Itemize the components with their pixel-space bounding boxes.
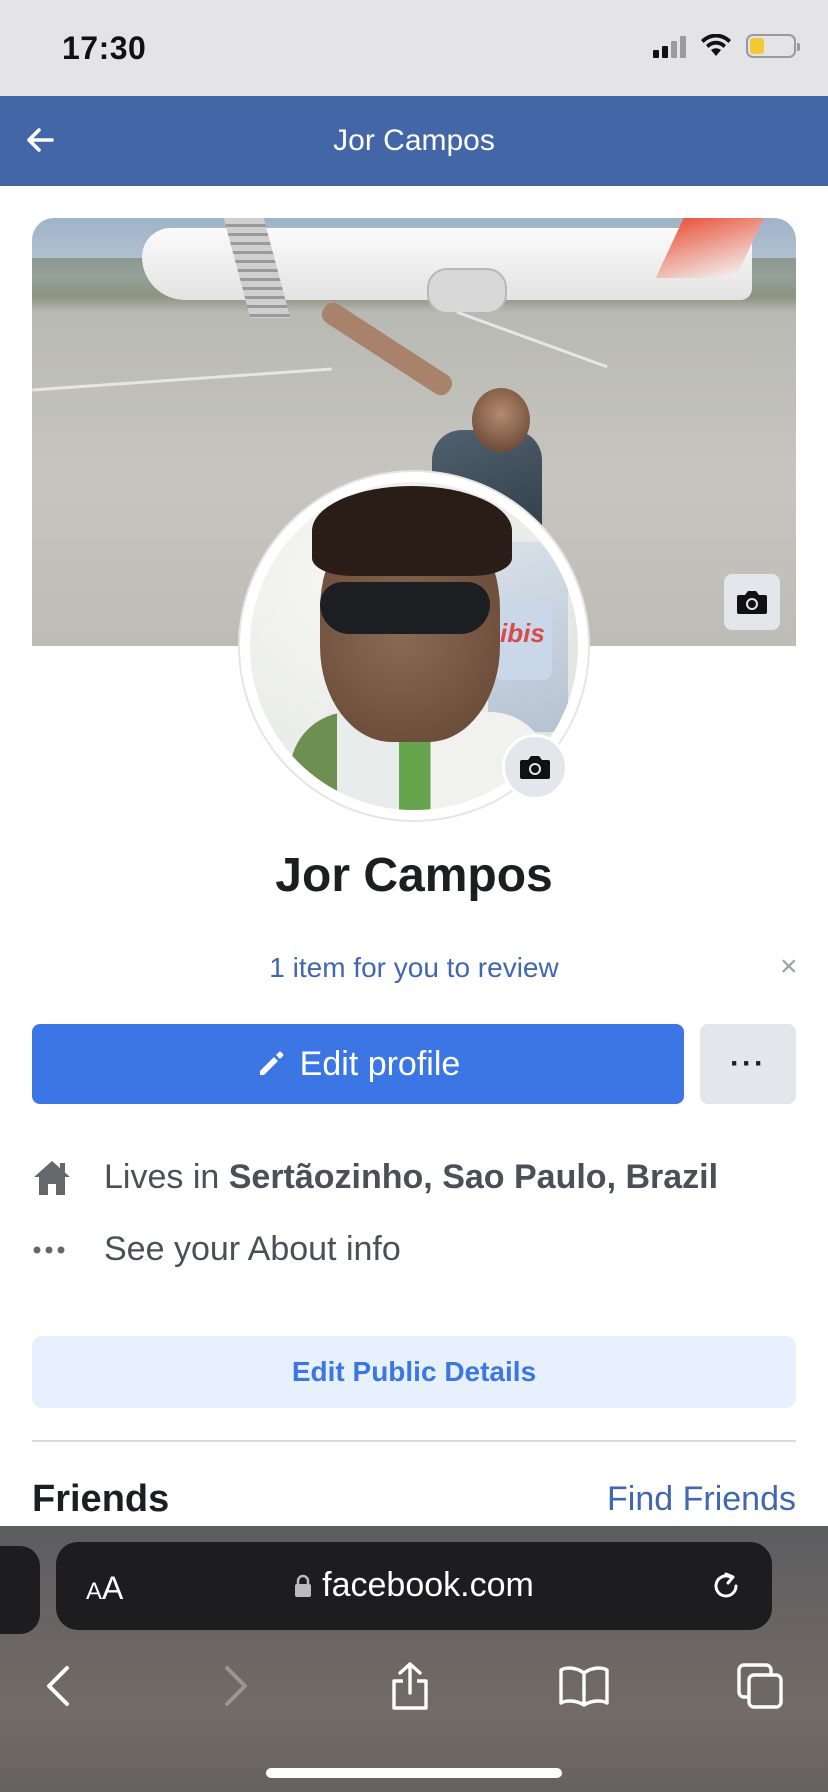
close-icon[interactable]: × — [780, 952, 798, 982]
status-time: 17:30 — [62, 30, 147, 66]
browser-toolbar: AA facebook.com — [0, 1526, 828, 1792]
section-divider — [32, 1440, 796, 1442]
edit-public-details-button[interactable]: Edit Public Details — [32, 1336, 796, 1408]
profile-picture-frame: ibis — [240, 472, 588, 820]
url-text: facebook.com — [322, 1566, 534, 1604]
home-indicator — [266, 1768, 562, 1778]
share-button[interactable] — [380, 1656, 440, 1716]
camera-icon — [737, 591, 767, 614]
review-items-link[interactable]: 1 item for you to review — [0, 952, 828, 984]
chevron-left-icon — [47, 1666, 69, 1706]
browser-nav-row — [0, 1656, 828, 1736]
camera-icon — [520, 756, 550, 779]
bookmarks-button[interactable] — [554, 1656, 614, 1716]
edit-profile-label: Edit profile — [299, 1044, 461, 1083]
edit-profile-button[interactable]: Edit profile — [32, 1024, 684, 1104]
book-icon — [559, 1666, 609, 1707]
cover-camera-button[interactable] — [724, 574, 780, 630]
tarmac-line — [456, 310, 608, 369]
address-bar[interactable]: AA facebook.com — [56, 1542, 772, 1630]
pencil-icon — [259, 1051, 284, 1075]
profile-name: Jor Campos — [275, 849, 553, 902]
wifi-icon — [701, 34, 731, 56]
url-display[interactable]: facebook.com — [56, 1566, 772, 1605]
cover-airplane-engine — [427, 268, 507, 314]
tarmac-line — [32, 367, 332, 392]
app-header: Jor Campos — [0, 96, 828, 186]
find-friends-link[interactable]: Find Friends — [607, 1480, 796, 1519]
profile-camera-button[interactable] — [502, 734, 568, 800]
friends-heading: Friends — [32, 1478, 170, 1520]
status-bar: 17:30 — [0, 0, 828, 96]
chevron-right-icon — [225, 1666, 247, 1706]
more-options-button[interactable]: ··· — [700, 1024, 796, 1104]
browser-back-button[interactable] — [28, 1656, 88, 1716]
share-icon — [392, 1662, 428, 1710]
about-info-row[interactable]: See your About info — [32, 1230, 401, 1269]
lives-in-prefix: Lives in — [104, 1158, 229, 1196]
about-info-label: See your About info — [104, 1230, 401, 1268]
tabs-icon — [737, 1663, 783, 1709]
previous-tab-preview[interactable] — [0, 1546, 40, 1634]
home-icon — [34, 1160, 70, 1195]
header-title: Jor Campos — [333, 124, 495, 157]
status-icons — [653, 34, 800, 58]
cellular-signal-icon — [653, 34, 686, 58]
tabs-button[interactable] — [730, 1656, 790, 1716]
ellipsis-icon — [33, 1246, 65, 1253]
lives-in-row: Lives in Sertãozinho, Sao Paulo, Brazil — [32, 1158, 718, 1197]
lives-in-location[interactable]: Sertãozinho, Sao Paulo, Brazil — [229, 1158, 718, 1197]
ellipsis-icon: ··· — [730, 1047, 766, 1080]
browser-forward-button[interactable] — [206, 1656, 266, 1716]
reload-icon[interactable] — [706, 1566, 746, 1606]
battery-icon — [746, 34, 800, 58]
lock-icon — [295, 1574, 312, 1597]
